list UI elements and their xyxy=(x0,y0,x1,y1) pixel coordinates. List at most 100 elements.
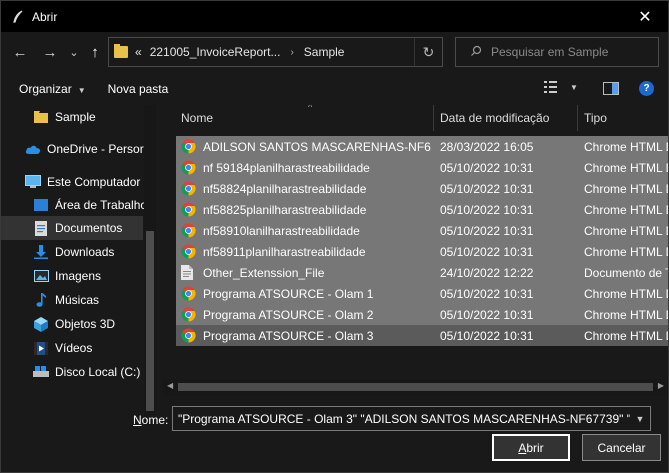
sidebar-item-onedrive[interactable]: OneDrive - Persor xyxy=(1,137,144,161)
sidebar-item-downloads[interactable]: Downloads xyxy=(1,240,143,264)
address-bar[interactable]: « 221005_InvoiceReport... › Sample ↻ xyxy=(108,37,443,67)
file-name-field[interactable]: "Programa ATSOURCE - Olam 3" "ADILSON SA… xyxy=(172,406,651,431)
sidebar-item-documents[interactable]: Documentos xyxy=(1,216,143,240)
file-name-cell: Programa ATSOURCE - Olam 3 xyxy=(181,328,431,343)
file-name-text: nf58911planilharastreabilidade xyxy=(203,244,366,259)
file-date-cell: 05/10/2022 10:31 xyxy=(440,328,534,343)
sidebar-item-local-disk[interactable]: Disco Local (C:) xyxy=(1,360,143,384)
file-row[interactable]: nf58911planilharastreabilidade 05/10/2022… xyxy=(176,241,668,262)
chrome-icon xyxy=(181,160,196,175)
sidebar-scrollbar[interactable] xyxy=(144,105,156,425)
file-date-cell: 05/10/2022 10:31 xyxy=(440,223,534,238)
file-row[interactable]: nf58825planilharastreabilidade 05/10/2022… xyxy=(176,199,668,220)
cancel-button[interactable]: Cancelar xyxy=(582,434,661,461)
file-row[interactable]: Programa ATSOURCE - Olam 2 05/10/2022 10:… xyxy=(176,304,668,325)
file-row[interactable]: nf 59184planilharastreabilidade 05/10/202… xyxy=(176,157,668,178)
help-button[interactable]: ? xyxy=(639,81,654,96)
file-name-cell: Programa ATSOURCE - Olam 1 xyxy=(181,286,431,301)
open-file-dialog: Abrir ✕ ← → ⌄ ↑ « 221005_InvoiceReport..… xyxy=(0,0,669,473)
sidebar-item-3d-objects[interactable]: Objetos 3D xyxy=(1,312,143,336)
file-name-text: nf 59184planilharastreabilidade xyxy=(203,160,370,175)
documents-icon xyxy=(33,220,49,236)
sidebar-item-images[interactable]: Imagens xyxy=(1,264,143,288)
breadcrumb-invoice-report[interactable]: 221005_InvoiceReport... xyxy=(150,45,281,59)
sidebar-item-label: Este Computador xyxy=(47,175,141,189)
window-title: Abrir xyxy=(32,9,58,24)
file-name-text: Programa ATSOURCE - Olam 3 xyxy=(203,328,374,343)
sidebar-item-desktop[interactable]: Área de Trabalhc xyxy=(1,193,147,217)
preview-pane-button[interactable] xyxy=(603,82,619,95)
view-options-button[interactable]: ▼ xyxy=(544,81,578,93)
sort-ascending-icon: ^ xyxy=(308,105,313,112)
command-toolbar: Organizar ▼ Nova pasta ▼ ? xyxy=(1,72,668,105)
close-button[interactable]: ✕ xyxy=(622,1,668,32)
address-overflow[interactable]: « xyxy=(135,45,142,59)
file-name-text: Programa ATSOURCE - Olam 1 xyxy=(203,286,374,301)
folder-icon xyxy=(114,44,128,58)
computer-icon xyxy=(25,174,41,190)
forward-button[interactable]: → xyxy=(39,42,61,62)
chrome-icon xyxy=(181,286,196,301)
search-icon xyxy=(470,45,482,60)
sidebar-item-label: Imagens xyxy=(55,269,102,283)
recent-locations-button[interactable]: ⌄ xyxy=(63,42,85,62)
file-name-label: Nome: xyxy=(133,413,169,427)
file-date-cell: 05/10/2022 10:31 xyxy=(440,181,534,196)
file-date-cell: 28/03/2022 16:05 xyxy=(440,139,534,154)
file-row[interactable]: Other_Extenssion_File 24/10/2022 12:22 Doc… xyxy=(176,262,668,283)
title-bar: Abrir ✕ xyxy=(1,1,668,32)
sidebar-item-music[interactable]: Músicas xyxy=(1,288,143,312)
horizontal-scrollbar[interactable]: ◀ ▶ xyxy=(163,379,668,396)
sidebar-item-videos[interactable]: Vídeos xyxy=(1,336,143,360)
sidebar-item-label: Sample xyxy=(55,110,96,124)
sidebar-item-label: Documentos xyxy=(55,221,123,235)
file-name-cell: nf58910lanilharastreabilidade xyxy=(181,223,431,238)
scroll-left-icon[interactable]: ◀ xyxy=(167,381,173,390)
file-row[interactable]: nf58910lanilharastreabilidade 05/10/2022 … xyxy=(176,220,668,241)
search-input[interactable]: Pesquisar em Sample xyxy=(455,37,659,67)
open-button-mnemonic: A xyxy=(518,440,527,455)
file-row[interactable]: Programa ATSOURCE - Olam 1 05/10/2022 10:… xyxy=(176,283,668,304)
organize-button[interactable]: Organizar ▼ xyxy=(19,82,86,96)
text-file-icon xyxy=(181,265,196,280)
drive-icon xyxy=(33,364,49,380)
back-button[interactable]: ← xyxy=(9,42,31,62)
sidebar-item-this-pc[interactable]: Este Computador xyxy=(1,170,143,194)
file-name-text: Other_Extenssion_File xyxy=(203,265,325,280)
music-icon xyxy=(33,292,49,308)
objects3d-icon xyxy=(33,316,49,332)
column-date-modified[interactable]: Data de modificação xyxy=(434,105,578,131)
chevron-down-icon: ▼ xyxy=(570,82,578,92)
file-date-cell: 05/10/2022 10:31 xyxy=(440,244,534,259)
sidebar-item-label: Área de Trabalhc xyxy=(55,198,147,212)
file-date-cell: 05/10/2022 10:31 xyxy=(440,286,534,301)
downloads-icon xyxy=(33,244,49,260)
breadcrumb-separator[interactable]: › xyxy=(290,47,293,58)
column-type[interactable]: Tipo xyxy=(578,105,668,131)
organize-label: Organizar xyxy=(19,81,72,96)
file-name-label-rest: ome: xyxy=(141,413,169,427)
file-name-cell: Programa ATSOURCE - Olam 2 xyxy=(181,307,431,322)
column-header-row: Nome ^ Data de modificação Tipo xyxy=(163,105,668,131)
sidebar-scrollbar-thumb[interactable] xyxy=(146,231,154,411)
navigation-bar: ← → ⌄ ↑ « 221005_InvoiceReport... › Samp… xyxy=(1,32,668,72)
file-row[interactable]: Programa ATSOURCE - Olam 3 05/10/2022 10:… xyxy=(176,325,668,346)
file-name-text: ADILSON SANTOS MASCARENHAS-NF67... xyxy=(203,139,431,154)
up-button[interactable]: ↑ xyxy=(84,42,106,62)
column-name-label: Nome xyxy=(181,111,214,125)
file-row[interactable]: ADILSON SANTOS MASCARENHAS-NF67... 28/03/… xyxy=(176,136,668,157)
new-folder-button[interactable]: Nova pasta xyxy=(108,82,169,96)
file-row[interactable]: nf58824planilharastreabilidade 05/10/2022… xyxy=(176,178,668,199)
chevron-down-icon[interactable]: ▼ xyxy=(630,407,650,430)
horizontal-scrollbar-thumb[interactable] xyxy=(178,383,653,391)
file-name-text: nf58825planilharastreabilidade xyxy=(203,202,367,217)
breadcrumb-sample[interactable]: Sample xyxy=(304,45,345,59)
chrome-icon xyxy=(181,244,196,259)
file-name-text: nf58824planilharastreabilidade xyxy=(203,181,367,196)
open-button[interactable]: Abrir xyxy=(492,434,570,461)
column-name[interactable]: Nome ^ xyxy=(175,105,434,131)
refresh-button[interactable]: ↻ xyxy=(414,38,442,66)
scroll-right-icon[interactable]: ▶ xyxy=(658,381,664,390)
sidebar-item-label: OneDrive - Persor xyxy=(47,142,144,156)
sidebar-item-sample[interactable]: Sample xyxy=(1,105,143,129)
